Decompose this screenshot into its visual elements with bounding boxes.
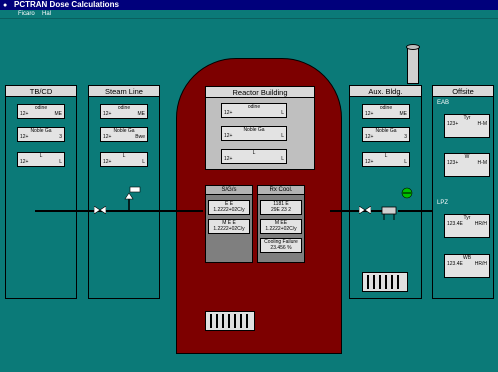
steam-iodine-card: odine 12+ ME	[100, 104, 148, 119]
aux-valve-icon[interactable]	[359, 206, 371, 214]
lpz-wb-card: WB 123.4E HR/H	[444, 254, 490, 278]
lpz-label: LPZ	[437, 200, 449, 206]
rx-cool-title: Rx Cool.	[258, 186, 304, 195]
aux-sump-grate	[362, 272, 408, 292]
rx-card-2: M EE 1.2222+02C/y	[260, 219, 302, 234]
reactor-sump-grate	[205, 311, 255, 331]
reactor-building: Reactor Building odine 12+ L Noble Ga 12…	[176, 58, 342, 354]
vent-stack	[407, 46, 419, 84]
offsite-pipe	[398, 210, 432, 212]
rx-cool-panel: Rx Cool. 1181 E 29E 23 2 M EE 1.2222+02C…	[257, 185, 305, 263]
eab-tyr-card: Tyr 123+ H-M	[444, 114, 490, 138]
tbcd-noble-card: Noble Ga 12+ 3	[17, 127, 65, 142]
menu-bar: Ficaro Hal	[0, 10, 498, 19]
rb-noble-card: Noble Ga 12+ L	[221, 126, 287, 141]
vent-stack-top	[406, 44, 420, 50]
panel-tbcd: TB/CD odine 12+ ME Noble Ga 12+ 3 L 12+ …	[5, 85, 77, 299]
window-title: PCTRAN Dose Calculations	[14, 0, 119, 9]
main-steam-pipe	[35, 210, 203, 212]
reactor-building-title: Reactor Building	[206, 87, 314, 98]
sg-card-2: M E E 1.2222+02C/y	[208, 219, 250, 234]
panel-offsite: Offsite EAB Tyr 123+ H-M W 123+ H-M LPZ …	[432, 85, 494, 299]
panel-aux-title: Aux. Bldg.	[350, 86, 421, 97]
rx-card-3: Cooling Failure 23.456 %	[260, 238, 302, 253]
tbcd-iodine-card: odine 12+ ME	[17, 104, 65, 119]
eab-w-card: W 123+ H-M	[444, 153, 490, 177]
steam-line-valve-icon[interactable]	[94, 206, 106, 214]
sg-card-1: E E 1.2222+02C/y	[208, 200, 250, 215]
tbcd-l-card: L 12+ L	[17, 152, 65, 167]
rb-iodine-card: odine 12+ L	[221, 103, 287, 118]
title-bar: ● PCTRAN Dose Calculations	[0, 0, 498, 10]
rb-l-card: L 12+ L	[221, 149, 287, 164]
steam-l-card: L 12+ L	[100, 152, 148, 167]
aux-noble-card: Noble Ga 12+ 3	[362, 127, 410, 142]
relief-valve-icon[interactable]	[122, 185, 144, 211]
sg-panel: S/G/s E E 1.2222+02C/y M E E 1.2222+02C/…	[205, 185, 253, 263]
aux-iodine-card: odine 12+ ME	[362, 104, 410, 119]
steam-noble-card: Noble Ga 12+ Bwe	[100, 127, 148, 142]
menu-item-file[interactable]: Ficaro	[18, 10, 35, 19]
panel-tbcd-title: TB/CD	[6, 86, 76, 97]
rx-card-1: 1181 E 29E 23 2	[260, 200, 302, 215]
filter-icon[interactable]	[378, 198, 402, 220]
panel-offsite-title: Offsite	[433, 86, 493, 97]
reactor-building-panel: Reactor Building odine 12+ L Noble Ga 12…	[205, 86, 315, 170]
aux-l-card: L 12+ L	[362, 152, 410, 167]
green-fan-icon[interactable]	[400, 186, 414, 200]
lpz-tyr-card: Tyr 123.4E HR/H	[444, 214, 490, 238]
panel-steam-title: Steam Line	[89, 86, 159, 97]
menu-item-help[interactable]: Hal	[42, 10, 51, 19]
eab-label: EAB	[437, 100, 450, 106]
sg-title: S/G/s	[206, 186, 252, 195]
